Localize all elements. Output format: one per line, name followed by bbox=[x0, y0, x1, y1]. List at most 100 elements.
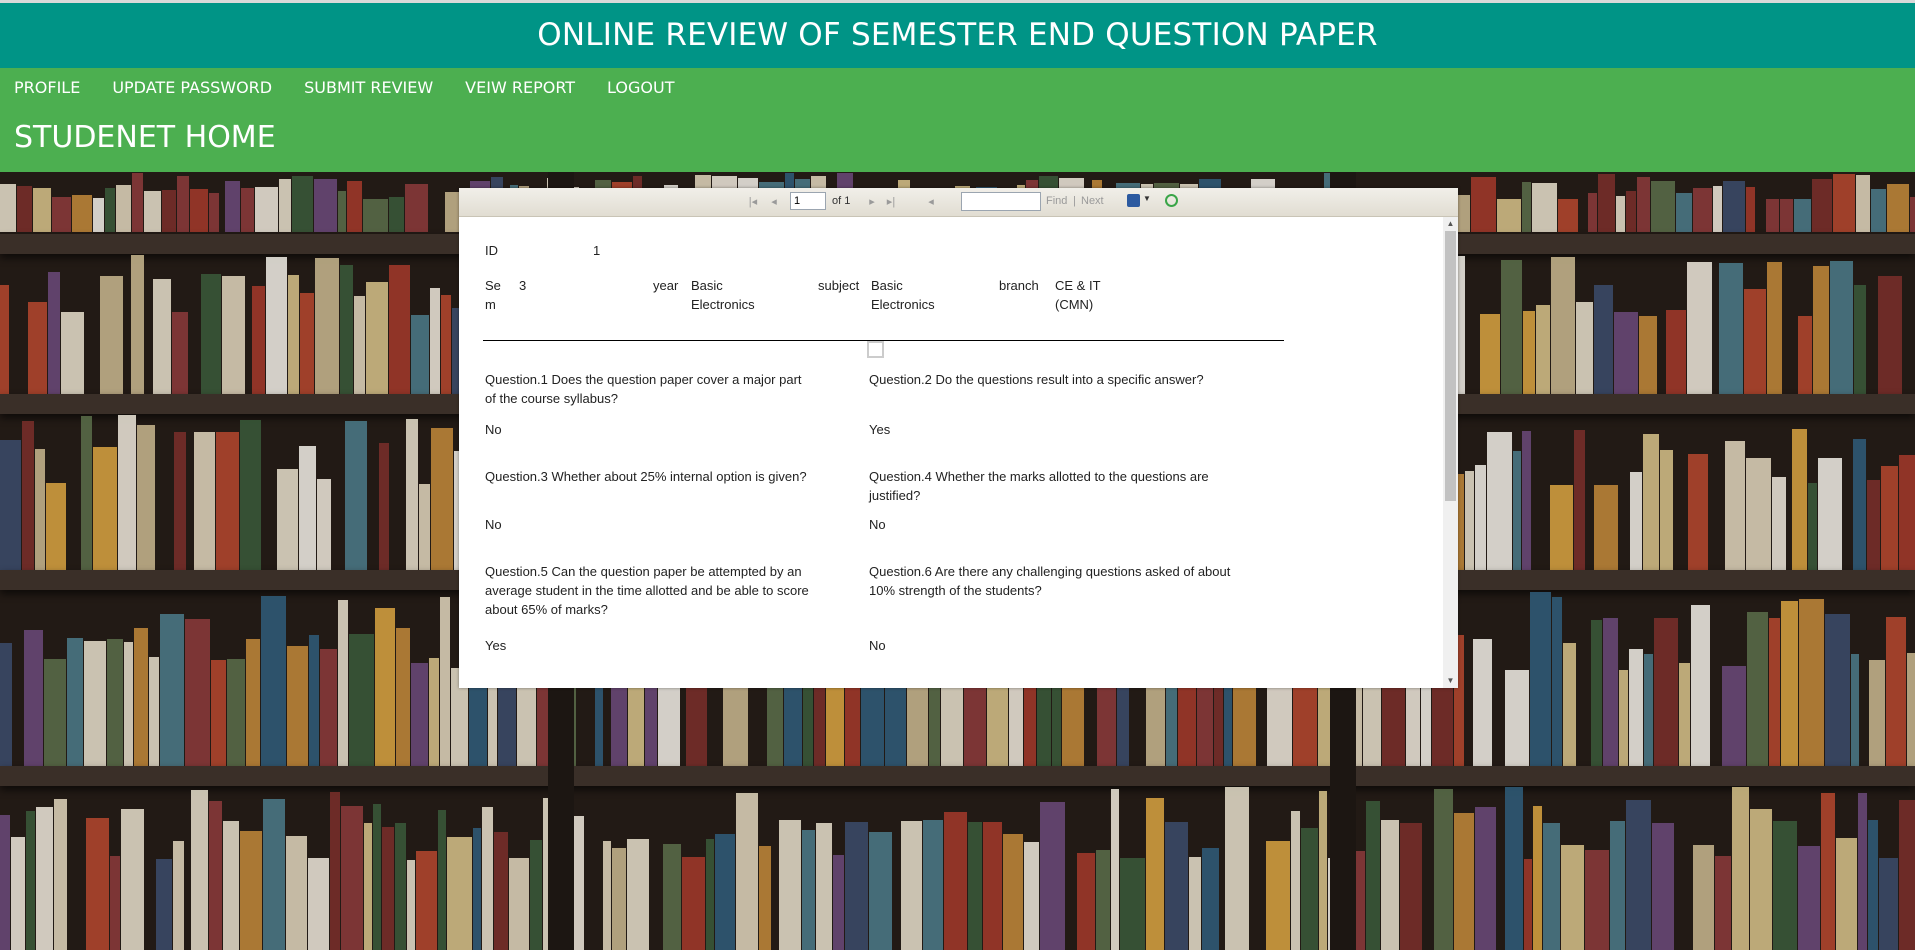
question-6-line2: 10% strength of the students? bbox=[869, 583, 1042, 598]
nav-submit-review[interactable]: SUBMIT REVIEW bbox=[304, 78, 433, 97]
book-spine bbox=[1024, 842, 1039, 950]
book-spine bbox=[1798, 846, 1820, 950]
book-spine bbox=[116, 185, 131, 232]
subject-label: subject bbox=[818, 278, 860, 293]
book-spine bbox=[494, 832, 508, 950]
nav-update-password[interactable]: UPDATE PASSWORD bbox=[112, 78, 272, 97]
book-spine bbox=[81, 416, 92, 570]
book-spine bbox=[1660, 450, 1673, 570]
nav-view-report[interactable]: VEIW REPORT bbox=[465, 78, 575, 97]
book-spine bbox=[1561, 845, 1584, 950]
book-spine bbox=[447, 837, 472, 950]
find-link[interactable]: Find bbox=[1046, 195, 1067, 207]
book-spine bbox=[314, 179, 337, 232]
book-spine bbox=[1497, 199, 1521, 232]
book-spine bbox=[61, 312, 84, 394]
book-spine bbox=[172, 312, 188, 394]
book-spine bbox=[338, 600, 348, 766]
nav-menu: PROFILE UPDATE PASSWORD SUBMIT REVIEW VE… bbox=[14, 78, 674, 97]
scroll-down-icon[interactable]: ▼ bbox=[1443, 674, 1458, 688]
book-spine bbox=[1688, 454, 1708, 570]
book-spine bbox=[1858, 793, 1867, 950]
book-spine bbox=[209, 193, 219, 232]
book-spine bbox=[308, 858, 329, 950]
book-spine bbox=[209, 801, 222, 950]
book-spine bbox=[0, 285, 9, 394]
export-icon[interactable] bbox=[1127, 194, 1140, 207]
page-number-input[interactable] bbox=[790, 192, 826, 210]
book-spine bbox=[1679, 663, 1690, 766]
book-spine bbox=[1833, 174, 1855, 232]
book-spine bbox=[1767, 262, 1782, 394]
book-spine bbox=[1747, 612, 1768, 766]
book-spine bbox=[0, 184, 16, 232]
nav-logout[interactable]: LOGOUT bbox=[607, 78, 674, 97]
book-spine bbox=[1505, 670, 1529, 766]
book-spine bbox=[185, 619, 210, 766]
nav-profile[interactable]: PROFILE bbox=[14, 78, 80, 97]
find-input[interactable] bbox=[961, 192, 1041, 211]
book-spine bbox=[802, 830, 815, 950]
book-spine bbox=[1878, 276, 1902, 394]
book-spine bbox=[124, 642, 133, 766]
book-spine bbox=[1639, 316, 1657, 394]
first-page-icon[interactable]: |◂ bbox=[746, 195, 760, 209]
book-spine bbox=[1813, 266, 1829, 394]
book-spine bbox=[287, 646, 308, 766]
refresh-icon[interactable] bbox=[1165, 194, 1178, 207]
book-spine bbox=[1851, 654, 1859, 766]
book-spine bbox=[22, 421, 34, 570]
book-spine bbox=[317, 479, 331, 570]
previous-page-icon[interactable]: ◂ bbox=[767, 195, 781, 209]
book-spine bbox=[1225, 787, 1249, 950]
book-spine bbox=[441, 295, 451, 394]
last-page-icon[interactable]: ▸| bbox=[884, 195, 898, 209]
book-spine bbox=[1676, 193, 1692, 232]
book-spine bbox=[110, 856, 120, 950]
book-spine bbox=[869, 832, 892, 950]
book-spine bbox=[1715, 856, 1731, 950]
book-spine bbox=[366, 282, 388, 394]
book-spine bbox=[1691, 605, 1710, 766]
book-spine bbox=[1766, 199, 1779, 232]
book-spine bbox=[1746, 187, 1755, 232]
find-next-link[interactable]: Next bbox=[1081, 195, 1104, 207]
book-spine bbox=[406, 419, 418, 570]
next-page-icon[interactable]: ▸ bbox=[865, 195, 879, 209]
book-spine bbox=[1480, 314, 1500, 394]
book-spine bbox=[67, 638, 83, 766]
book-spine bbox=[1769, 618, 1780, 766]
shelf bbox=[0, 766, 1915, 786]
book-spine bbox=[389, 265, 410, 394]
report-scrollbar[interactable]: ▲ ▼ bbox=[1443, 217, 1458, 688]
book-spine bbox=[36, 807, 53, 950]
book-spine bbox=[419, 484, 430, 570]
book-spine bbox=[440, 597, 450, 766]
books-row-5 bbox=[0, 786, 1915, 950]
id-value: 1 bbox=[593, 243, 601, 258]
book-spine bbox=[48, 272, 60, 394]
book-spine bbox=[1836, 838, 1857, 950]
book-spine bbox=[223, 821, 239, 950]
book-spine bbox=[1465, 471, 1474, 570]
book-spine bbox=[299, 446, 316, 570]
back-to-parent-icon[interactable]: ◂ bbox=[924, 195, 938, 209]
placeholder-box bbox=[867, 341, 884, 358]
scroll-up-icon[interactable]: ▲ bbox=[1443, 217, 1458, 231]
toolbar-separator: | bbox=[1073, 195, 1076, 207]
book-spine bbox=[1693, 845, 1714, 950]
book-spine bbox=[345, 421, 367, 570]
book-spine bbox=[26, 811, 35, 950]
book-spine bbox=[1471, 177, 1496, 232]
book-spine bbox=[1871, 189, 1886, 232]
book-spine bbox=[375, 608, 395, 766]
book-spine bbox=[1266, 841, 1290, 950]
book-spine bbox=[1400, 823, 1422, 950]
book-spine bbox=[1772, 477, 1786, 570]
book-spine bbox=[901, 821, 922, 950]
book-spine bbox=[682, 857, 705, 950]
export-dropdown-icon[interactable]: ▼ bbox=[1143, 194, 1151, 203]
year-label: year bbox=[653, 278, 679, 293]
book-spine bbox=[1598, 174, 1615, 232]
scroll-thumb[interactable] bbox=[1445, 231, 1456, 501]
